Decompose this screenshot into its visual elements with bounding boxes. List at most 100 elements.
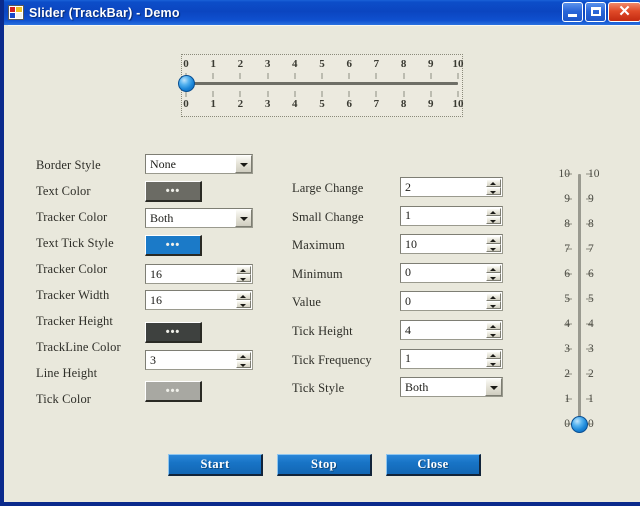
ellipsis-icon: •••: [165, 385, 181, 397]
tracker-color-combo[interactable]: Both: [145, 208, 253, 228]
vertical-tick-label-left: 1: [564, 393, 570, 405]
vertical-tick-label-right: 10: [588, 168, 600, 180]
tracker-width-spinner[interactable]: 16: [145, 264, 253, 284]
horizontal-tick-mark: [239, 73, 241, 79]
label-text-tick-style: Text Tick Style: [36, 236, 114, 250]
large-change-decrement[interactable]: [486, 187, 501, 195]
text-color-button[interactable]: •••: [145, 181, 202, 202]
close-button[interactable]: ✕: [608, 2, 640, 22]
large-change-increment[interactable]: [486, 179, 501, 187]
horizontal-slider-track[interactable]: [186, 82, 458, 85]
horizontal-tick-label-bottom: 0: [183, 98, 189, 110]
small-change-increment[interactable]: [486, 207, 501, 216]
label-large-change: Large Change: [292, 181, 364, 195]
vertical-tick-label-right: 7: [588, 243, 594, 255]
horizontal-tick-label-top: 10: [452, 58, 464, 70]
small-change-decrement[interactable]: [486, 215, 501, 224]
chevron-down-icon[interactable]: [235, 155, 252, 173]
horizontal-tick-mark: [375, 73, 377, 79]
value-spinner[interactable]: 0: [400, 291, 503, 312]
horizontal-tick-mark: [321, 91, 323, 97]
tick-frequency-increment[interactable]: [486, 350, 501, 359]
horizontal-tick-label-bottom: 3: [264, 98, 271, 110]
label-border-style: Border Style: [36, 158, 101, 172]
maximum-value: 10: [405, 236, 417, 251]
label-tracker-width: Tracker Width: [36, 288, 110, 302]
tick-height-decrement[interactable]: [486, 330, 501, 338]
vertical-tick-label-left: 2: [564, 368, 570, 380]
minimum-increment[interactable]: [486, 264, 501, 273]
large-change-spinner[interactable]: 2: [400, 177, 503, 197]
chevron-down-icon[interactable]: [235, 209, 252, 227]
horizontal-tick-mark: [457, 73, 459, 79]
chevron-down-icon[interactable]: [485, 378, 502, 397]
horizontal-tick-label-top: 9: [428, 58, 434, 70]
tracker-width-value: 16: [150, 266, 162, 281]
tracker-height-increment[interactable]: [236, 292, 251, 300]
window-controls: ✕: [562, 2, 640, 22]
maximum-increment[interactable]: [486, 236, 501, 245]
maximum-decrement[interactable]: [486, 244, 501, 253]
horizontal-tick-mark: [294, 73, 296, 79]
tracker-height-spinner[interactable]: 16: [145, 290, 253, 310]
vertical-tick-label-right: 5: [588, 293, 594, 305]
horizontal-tick-label-top: 3: [264, 58, 271, 70]
title-bar[interactable]: Slider (TrackBar) - Demo ✕: [4, 0, 640, 25]
tick-height-increment[interactable]: [486, 322, 501, 330]
horizontal-slider[interactable]: 0 1 2 3 4 5 6 7 8 9 10 0 1 2 3 4 5 6 7 8 9 10: [178, 54, 464, 117]
value-decrement[interactable]: [486, 301, 501, 310]
line-height-value: 3: [150, 352, 156, 367]
close-action-button[interactable]: Close: [386, 454, 481, 476]
tick-color-button[interactable]: •••: [145, 381, 202, 402]
tick-height-value: 4: [405, 322, 411, 337]
tracker-width-decrement[interactable]: [236, 274, 251, 282]
label-tick-frequency: Tick Frequency: [292, 352, 372, 367]
tick-frequency-decrement[interactable]: [486, 358, 501, 367]
large-change-value: 2: [405, 179, 411, 194]
line-height-spinner[interactable]: 3: [145, 350, 253, 370]
line-height-increment[interactable]: [236, 352, 251, 360]
vertical-tick-label-right: 1: [588, 393, 594, 405]
horizontal-tick-mark: [239, 91, 241, 97]
value-value: 0: [405, 293, 411, 308]
vertical-tick-label-left: 6: [564, 268, 570, 280]
vertical-slider-thumb[interactable]: [571, 416, 588, 433]
start-button[interactable]: Start: [168, 454, 263, 476]
minimize-button[interactable]: [562, 2, 583, 22]
tracker-color-value: Both: [150, 210, 174, 225]
horizontal-tick-label-bottom: 4: [292, 98, 298, 110]
horizontal-tick-mark: [403, 91, 405, 97]
close-icon: ✕: [618, 3, 631, 20]
vertical-tick-label-right: 3: [588, 343, 594, 355]
label-minimum: Minimum: [292, 266, 343, 281]
minimum-value: 0: [405, 265, 411, 280]
label-tracker-color-2: Tracker Color: [36, 262, 108, 276]
horizontal-slider-thumb[interactable]: [178, 75, 195, 92]
horizontal-tick-label-bottom: 5: [319, 98, 325, 110]
maximize-button[interactable]: [585, 2, 606, 22]
line-height-decrement[interactable]: [236, 360, 251, 368]
vertical-tick-label-right: 9: [588, 193, 594, 205]
tick-style-value: Both: [405, 379, 429, 394]
vertical-slider[interactable]: 10 10 9 9 8 8 7 7 6 6 5 5 4 4 3 3 2 2 1 1 0 0: [538, 166, 620, 441]
horizontal-tick-label-top: 5: [319, 58, 325, 70]
small-change-spinner[interactable]: 1: [400, 205, 503, 226]
maximize-icon: [591, 7, 601, 16]
tick-height-spinner[interactable]: 4: [400, 320, 503, 340]
horizontal-tick-label-top: 1: [210, 58, 216, 70]
text-tick-style-color-button[interactable]: •••: [145, 235, 202, 256]
minimum-spinner[interactable]: 0: [400, 262, 503, 283]
tick-frequency-spinner[interactable]: 1: [400, 348, 503, 369]
value-increment[interactable]: [486, 293, 501, 302]
horizontal-tick-mark: [267, 73, 269, 79]
minimum-decrement[interactable]: [486, 272, 501, 281]
stop-button[interactable]: Stop: [277, 454, 372, 476]
border-style-combo[interactable]: None: [145, 154, 253, 174]
tracker-width-increment[interactable]: [236, 266, 251, 274]
tick-style-combo[interactable]: Both: [400, 377, 503, 398]
vertical-slider-track[interactable]: [578, 174, 581, 424]
trackline-color-button[interactable]: •••: [145, 322, 202, 343]
tracker-height-decrement[interactable]: [236, 300, 251, 308]
maximum-spinner[interactable]: 10: [400, 234, 503, 255]
horizontal-slider-bottom-ticks: [185, 91, 459, 98]
